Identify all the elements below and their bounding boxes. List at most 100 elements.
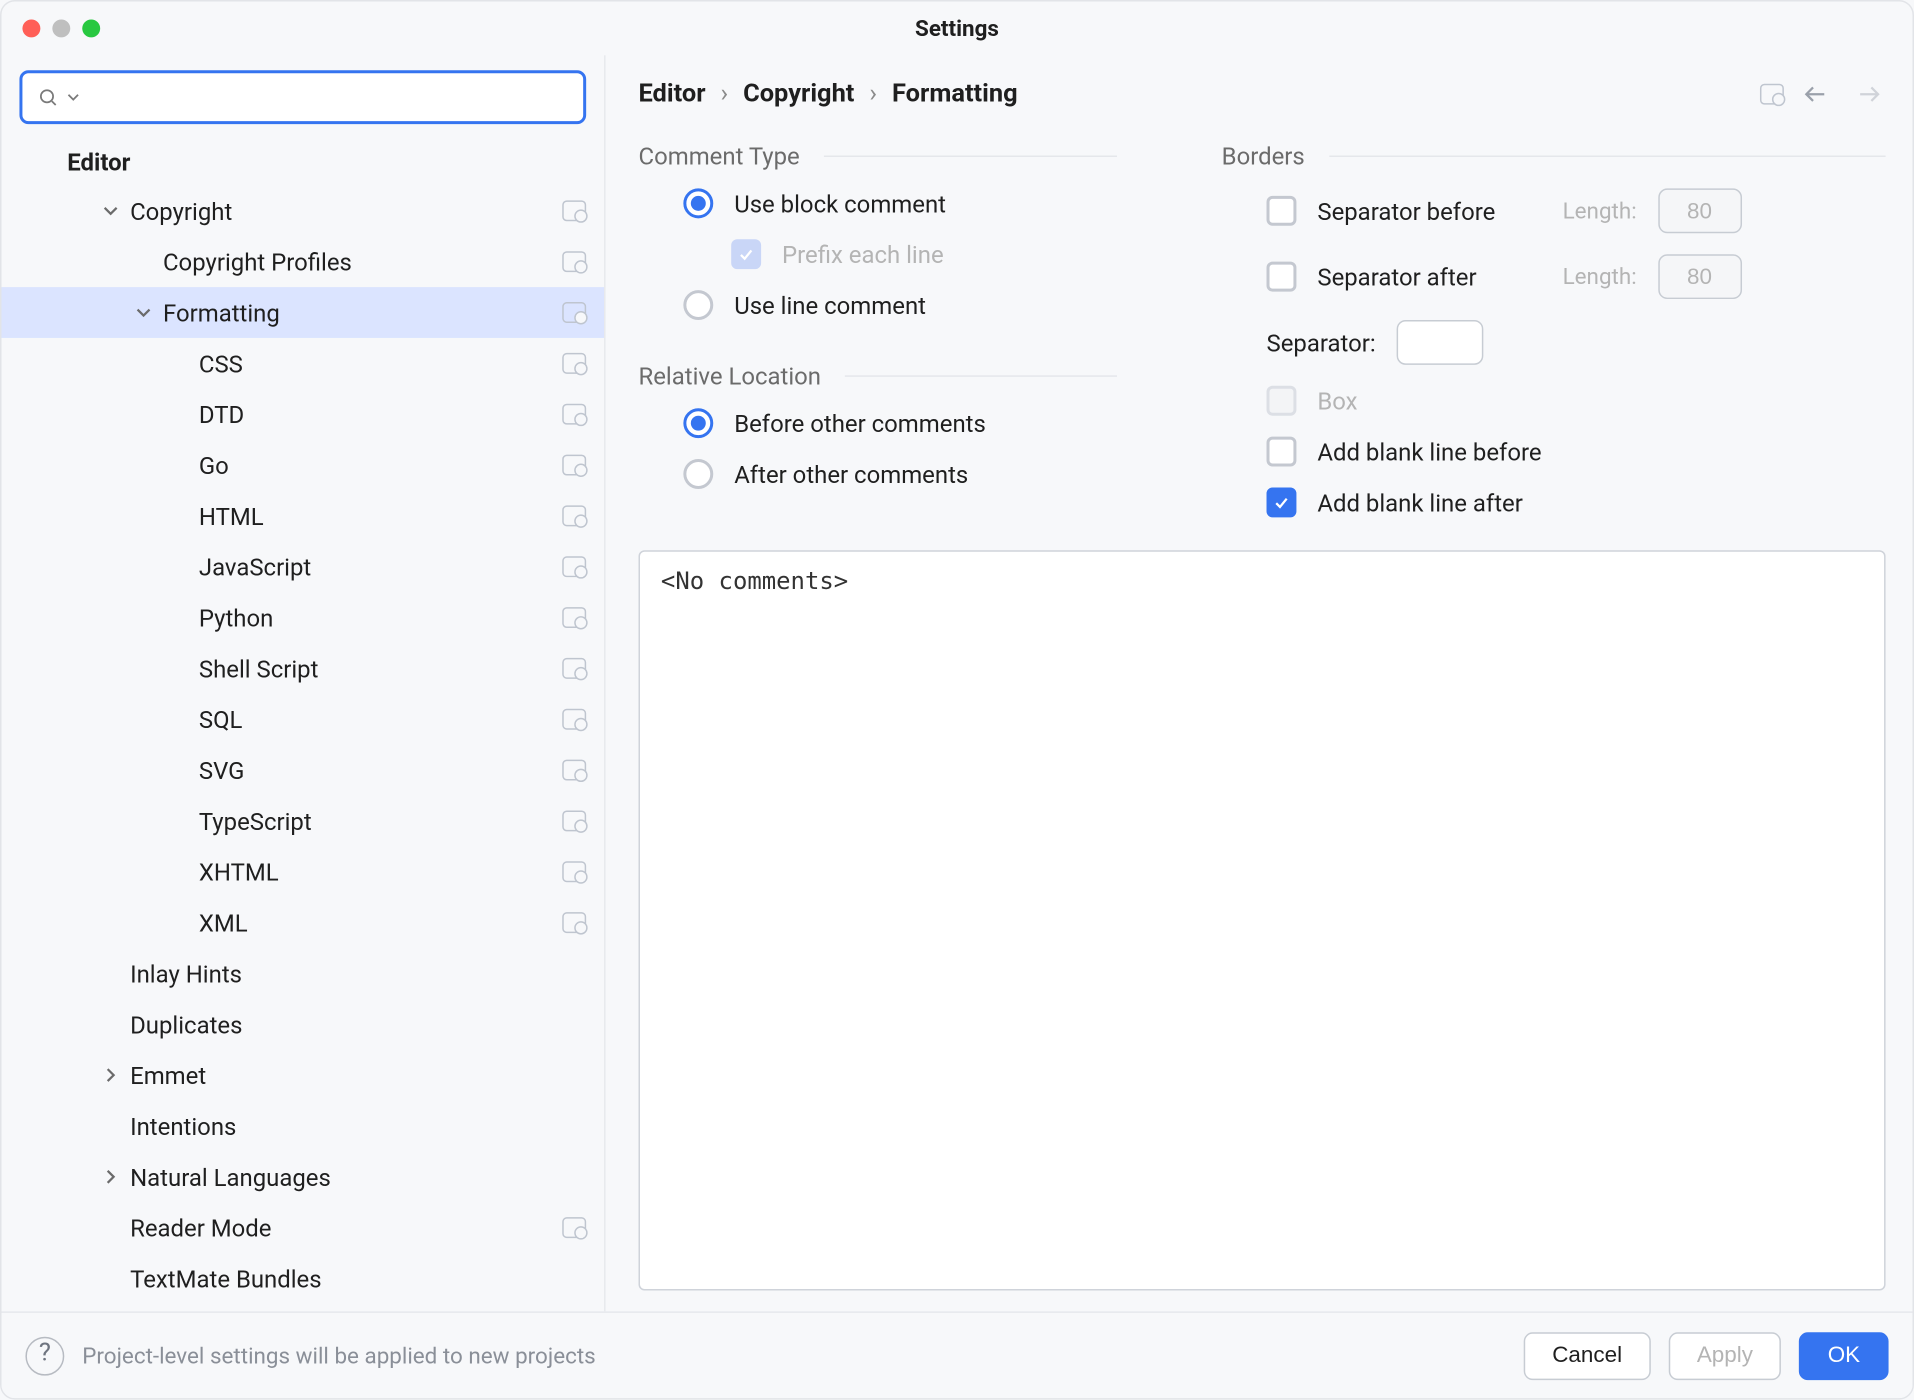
tree-item-label: Emmet: [130, 1061, 586, 1089]
scope-icon: [562, 607, 586, 628]
forward-button[interactable]: [1853, 81, 1886, 108]
search-options-dropdown-icon[interactable]: [67, 91, 79, 103]
scope-icon: [562, 861, 586, 882]
tree-item-inlay-hints[interactable]: Inlay Hints: [1, 948, 604, 999]
preview-area: <No comments>: [638, 550, 1885, 1290]
zoom-window-button[interactable]: [82, 19, 100, 37]
radio-icon: [683, 290, 713, 320]
separator-after-label: Separator after: [1317, 262, 1541, 290]
scope-icon: [562, 760, 586, 781]
preview-text: <No comments>: [661, 567, 848, 595]
prefix-each-line-label: Prefix each line: [782, 240, 944, 268]
use-block-comment-radio[interactable]: Use block comment: [683, 188, 1117, 218]
chevron-right-icon[interactable]: [97, 1062, 124, 1089]
footer-message: Project-level settings will be applied t…: [82, 1342, 1506, 1369]
minimize-window-button[interactable]: [52, 19, 70, 37]
tree-item-label: SQL: [199, 705, 562, 733]
tree-item-duplicates[interactable]: Duplicates: [1, 999, 604, 1050]
window-controls: [22, 19, 100, 37]
scope-icon: [562, 404, 586, 425]
tree-item-css[interactable]: CSS: [1, 338, 604, 389]
scope-icon: [562, 658, 586, 679]
tree-item-html[interactable]: HTML: [1, 490, 604, 541]
help-button[interactable]: ?: [25, 1336, 64, 1375]
tree-item-intentions[interactable]: Intentions: [1, 1101, 604, 1152]
radio-icon: [683, 459, 713, 489]
search-icon: [37, 87, 58, 108]
separator-before-label: Separator before: [1317, 197, 1541, 225]
tree-item-svg[interactable]: SVG: [1, 745, 604, 796]
chevron-down-icon[interactable]: [97, 197, 124, 224]
blank-before-checkbox[interactable]: [1267, 437, 1297, 467]
radio-icon: [683, 188, 713, 218]
tree-item-go[interactable]: Go: [1, 440, 604, 491]
tree-item-label: SVG: [199, 756, 562, 784]
tree-item-label: XML: [199, 908, 562, 936]
tree-item-typescript[interactable]: TypeScript: [1, 795, 604, 846]
tree-item-reader-mode[interactable]: Reader Mode: [1, 1202, 604, 1253]
length-before-input[interactable]: [1658, 188, 1742, 233]
tree-item-label: XHTML: [199, 858, 562, 886]
tree-item-label: Shell Script: [199, 654, 562, 682]
tree-item-label: DTD: [199, 400, 562, 428]
close-window-button[interactable]: [22, 19, 40, 37]
back-button[interactable]: [1799, 81, 1832, 108]
tree-item-xhtml[interactable]: XHTML: [1, 846, 604, 897]
before-other-comments-radio[interactable]: Before other comments: [683, 408, 1117, 438]
length-after-input[interactable]: [1658, 254, 1742, 299]
tree-item-label: Formatting: [163, 298, 562, 326]
tree-item-copyright[interactable]: Copyright: [1, 185, 604, 236]
tree-item-formatting[interactable]: Formatting: [1, 287, 604, 338]
separator-label: Separator:: [1267, 328, 1376, 356]
tree-item-javascript[interactable]: JavaScript: [1, 541, 604, 592]
apply-button[interactable]: Apply: [1668, 1332, 1781, 1380]
settings-window: Settings Editor CopyrightCopyright Profi…: [0, 0, 1914, 1400]
separator-before-checkbox[interactable]: [1267, 196, 1297, 226]
separator-input[interactable]: [1397, 320, 1484, 365]
settings-tree: Editor CopyrightCopyright ProfilesFormat…: [1, 133, 604, 1311]
use-line-comment-label: Use line comment: [734, 291, 926, 319]
tree-item-natural-languages[interactable]: Natural Languages: [1, 1151, 604, 1202]
tree-item-xml[interactable]: XML: [1, 897, 604, 948]
chevron-down-icon[interactable]: [130, 299, 157, 326]
search-field[interactable]: [19, 70, 586, 124]
use-line-comment-radio[interactable]: Use line comment: [683, 290, 1117, 320]
breadcrumb-bar: Editor › Copyright › Formatting: [638, 79, 1885, 109]
box-checkbox: [1267, 386, 1297, 416]
scope-icon[interactable]: [1760, 84, 1784, 105]
settings-content: Editor › Copyright › Formatting: [606, 55, 1913, 1311]
tree-item-copyright-profiles[interactable]: Copyright Profiles: [1, 236, 604, 287]
footer: ? Project-level settings will be applied…: [1, 1311, 1912, 1398]
search-input[interactable]: [88, 83, 571, 111]
breadcrumb-segment[interactable]: Editor: [638, 79, 705, 109]
scope-icon: [562, 810, 586, 831]
tree-item-emmet[interactable]: Emmet: [1, 1050, 604, 1101]
breadcrumb-segment[interactable]: Copyright: [743, 79, 854, 109]
tree-item-label: Go: [199, 451, 562, 479]
tree-item-python[interactable]: Python: [1, 592, 604, 643]
tree-item-label: Inlay Hints: [130, 959, 586, 987]
tree-item-label: JavaScript: [199, 553, 562, 581]
ok-button[interactable]: OK: [1799, 1332, 1888, 1380]
window-title: Settings: [915, 15, 999, 42]
breadcrumb-separator: ›: [869, 79, 877, 109]
cancel-button[interactable]: Cancel: [1524, 1332, 1651, 1380]
tree-item-dtd[interactable]: DTD: [1, 389, 604, 440]
blank-after-label: Add blank line after: [1317, 488, 1522, 516]
tree-item-shell-script[interactable]: Shell Script: [1, 643, 604, 694]
after-other-comments-label: After other comments: [734, 460, 968, 488]
blank-after-checkbox[interactable]: [1267, 487, 1297, 517]
scope-icon: [562, 455, 586, 476]
breadcrumb-segment[interactable]: Formatting: [892, 79, 1018, 109]
comment-type-title: Comment Type: [638, 142, 799, 170]
scope-icon: [562, 556, 586, 577]
tree-item-sql[interactable]: SQL: [1, 694, 604, 745]
after-other-comments-radio[interactable]: After other comments: [683, 459, 1117, 489]
separator-after-checkbox[interactable]: [1267, 262, 1297, 292]
length-before-label: Length:: [1563, 197, 1637, 224]
breadcrumb-separator: ›: [720, 79, 728, 109]
tree-item-textmate-bundles[interactable]: TextMate Bundles: [1, 1253, 604, 1304]
scope-icon: [562, 302, 586, 323]
chevron-right-icon[interactable]: [97, 1163, 124, 1190]
tree-item-label: CSS: [199, 349, 562, 377]
